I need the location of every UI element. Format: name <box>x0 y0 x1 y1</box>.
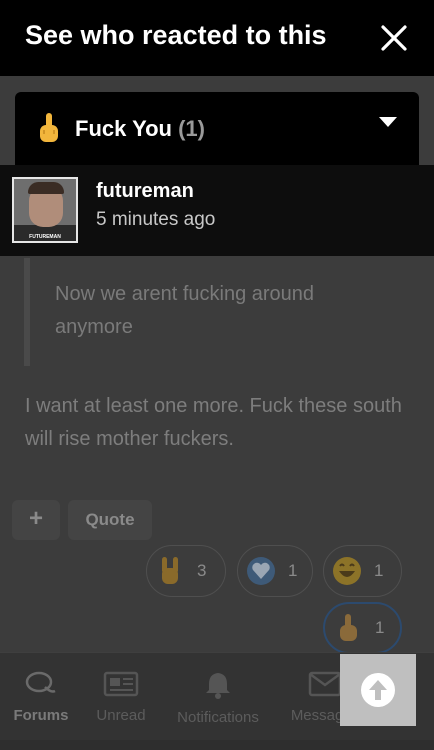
post-body: I want at least one more. Fuck these sou… <box>25 395 402 450</box>
nav-label: Notifications <box>177 709 259 726</box>
reaction-count: 1 <box>374 561 384 580</box>
reaction-count: 1 <box>375 618 385 637</box>
reaction-filter-dropdown[interactable]: Fuck You (1) <box>15 92 419 165</box>
arrow-up-circle-icon <box>361 673 395 707</box>
laughing-emoji-icon <box>333 557 361 585</box>
reactions-modal-header: See who reacted to this <box>0 0 434 76</box>
rock-on-emoji-icon <box>162 557 178 584</box>
reaction-heart[interactable]: 1 <box>237 545 313 597</box>
close-button[interactable] <box>378 22 410 54</box>
reactor-list-item[interactable]: FUTUREMAN futureman 5 minutes ago <box>0 165 434 256</box>
reaction-middle-finger[interactable]: 1 <box>323 602 402 654</box>
nav-item-forums[interactable]: Forums <box>12 671 70 724</box>
filter-count: (1) <box>178 116 205 141</box>
reaction-time: 5 minutes ago <box>96 209 216 230</box>
filter-reaction-name: Fuck You <box>75 116 172 141</box>
username[interactable]: futureman <box>96 180 194 203</box>
chevron-down-icon <box>379 117 397 127</box>
quote-button[interactable]: Quote <box>68 500 152 540</box>
quoted-text: Now we arent fucking around anymore <box>55 283 315 338</box>
avatar-caption: FUTUREMAN <box>29 234 61 240</box>
nav-item-notifications[interactable]: Notifications <box>170 671 266 726</box>
newspaper-icon <box>103 671 139 697</box>
reaction-rock-on[interactable]: 3 <box>146 545 226 597</box>
nav-label: Unread <box>96 707 146 724</box>
reaction-count: 1 <box>288 561 298 580</box>
reaction-laugh[interactable]: 1 <box>323 545 402 597</box>
middle-finger-emoji-icon <box>35 112 63 149</box>
screen-bottom-edge <box>0 740 434 750</box>
nav-label: Forums <box>13 707 69 724</box>
envelope-icon <box>308 671 342 697</box>
chat-bubbles-icon <box>25 671 56 693</box>
avatar[interactable]: FUTUREMAN <box>12 177 78 243</box>
heart-emoji-icon <box>247 557 275 585</box>
reaction-count: 3 <box>197 561 207 580</box>
add-button[interactable]: + <box>12 500 60 540</box>
filter-label: Fuck You (1) <box>75 116 205 142</box>
close-icon <box>381 25 407 51</box>
bell-icon <box>206 673 230 699</box>
nav-item-unread[interactable]: Unread <box>92 671 150 724</box>
quote-border <box>24 258 30 366</box>
modal-title: See who reacted to this <box>25 20 327 50</box>
middle-finger-emoji-icon <box>340 614 357 641</box>
scroll-to-top-button[interactable] <box>340 654 416 726</box>
